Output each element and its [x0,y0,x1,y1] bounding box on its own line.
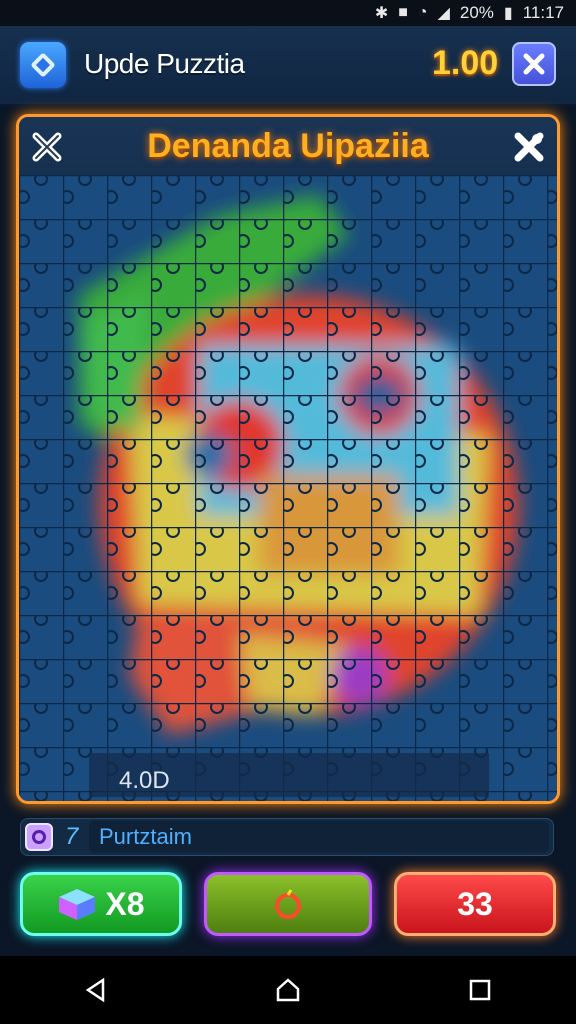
move-counter: 4.0D [119,767,170,794]
battery-percent: 20% [459,3,494,22]
multiplier-label: X8 [105,885,145,922]
app-title: Upde Puzztia [84,48,245,79]
top-bar: Upde Puzztia 1.00 [0,26,576,106]
back-button[interactable] [66,970,126,1010]
clock: 11:17 [522,3,564,22]
recents-icon [469,979,491,1001]
cube-icon [59,889,96,920]
puzzle-board[interactable] [19,175,557,801]
hint-icon[interactable] [511,129,547,165]
info-number: 7 [65,823,79,850]
board-header: Denanda Uipaziia [19,117,557,175]
multiplier-button[interactable]: X8 [20,872,182,936]
home-button[interactable] [258,970,318,1010]
close-button[interactable] [512,42,556,86]
puzzle-frame: Denanda Uipaziia 4.0D [16,114,560,804]
wifi-icon: ◔ [417,4,428,21]
score-value: 1.00 [432,44,499,82]
info-bar: 7 Purtztaim [20,818,554,856]
bluetooth-icon: ✱ [374,5,389,22]
counter-label: 33 [457,885,493,922]
board-title: Denanda Uipaziia [147,127,429,165]
app-puzzle-icon[interactable] [20,42,66,88]
bomb-button[interactable] [204,872,372,936]
close-icon [523,53,545,75]
status-bar: ✱ ■ ◔ ◢ 20% ▮ 11:17 [0,0,576,26]
lock-icon: ■ [398,4,408,21]
back-icon [85,977,105,1003]
battery-icon: ▮ [503,5,513,22]
nav-bar [0,956,576,1024]
target-icon[interactable] [25,823,53,851]
info-text: Purtztaim [89,821,549,853]
signal-icon: ◢ [437,5,450,22]
recents-button[interactable] [450,970,510,1010]
counter-button[interactable]: 33 [394,872,556,936]
bomb-icon [275,889,301,919]
home-icon [276,978,300,1002]
